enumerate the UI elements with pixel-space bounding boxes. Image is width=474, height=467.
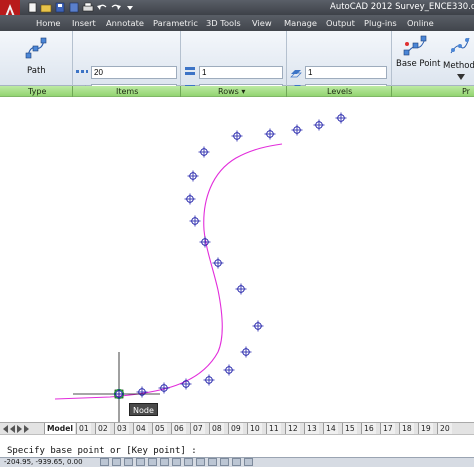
quick-access-toolbar xyxy=(26,2,136,13)
base-point-button[interactable]: Base Point xyxy=(396,59,441,69)
array-node-marker[interactable] xyxy=(184,193,196,205)
items-count-icon xyxy=(76,70,88,73)
snap-mode-button[interactable] xyxy=(100,458,109,466)
3d-object-snap-button[interactable] xyxy=(160,458,169,466)
tab-output[interactable]: Output xyxy=(326,18,355,28)
path-curve[interactable] xyxy=(54,143,283,400)
transparency-button[interactable] xyxy=(220,458,229,466)
panel-divider xyxy=(72,86,73,97)
grid-display-button[interactable] xyxy=(112,458,121,466)
window-title: AutoCAD 2012 Survey_ENCE330.dwg xyxy=(330,2,474,12)
array-node-marker[interactable] xyxy=(252,320,264,332)
levels-count-icon xyxy=(290,70,302,78)
panel-divider xyxy=(286,86,287,97)
array-nodes xyxy=(113,112,347,400)
array-node-marker[interactable] xyxy=(313,119,325,131)
print-icon[interactable] xyxy=(82,2,94,13)
tab-view[interactable]: View xyxy=(252,18,272,28)
array-node-marker[interactable] xyxy=(203,374,215,386)
path-button[interactable]: Path xyxy=(27,66,46,76)
array-node-marker[interactable] xyxy=(264,128,276,140)
array-node-marker[interactable] xyxy=(231,130,243,142)
layout-tab-bar: Model 01 02 03 04 05 06 07 08 09 10 11 12 13 14 15 16 17 1… xyxy=(0,422,474,435)
cursor-coordinates: -204.95, -939.65, 0.00 xyxy=(4,458,83,466)
quick-properties-button[interactable] xyxy=(232,458,241,466)
new-file-icon[interactable] xyxy=(26,2,38,13)
items-count-input[interactable] xyxy=(91,66,177,79)
rows-count-input[interactable] xyxy=(199,66,283,79)
array-node-marker[interactable] xyxy=(223,364,235,376)
open-folder-icon[interactable] xyxy=(40,2,52,13)
ribbon-divider xyxy=(286,31,287,86)
tab-parametric[interactable]: Parametric xyxy=(153,18,198,28)
tab-3d-tools[interactable]: 3D Tools xyxy=(206,18,241,28)
array-node-marker[interactable] xyxy=(199,236,211,248)
workspace-dropdown-icon[interactable] xyxy=(124,2,136,13)
ribbon-panel: Path Base Point Method xyxy=(0,31,474,114)
path-array-icon[interactable] xyxy=(24,36,48,60)
ribbon-tab-bar: Home Insert Annotate Parametric 3D Tools… xyxy=(0,15,474,31)
tab-insert[interactable]: Insert xyxy=(72,18,96,28)
base-point-icon[interactable] xyxy=(403,35,427,57)
polar-tracking-button[interactable] xyxy=(136,458,145,466)
save-as-icon[interactable] xyxy=(68,2,80,13)
panel-properties-label: Pr xyxy=(462,87,470,96)
ribbon-panel-labels: Type Items Rows ▾ Levels Pr xyxy=(0,86,474,97)
panel-divider xyxy=(391,86,392,97)
array-node-marker[interactable] xyxy=(212,257,224,269)
tab-manage[interactable]: Manage xyxy=(284,18,317,28)
save-icon[interactable] xyxy=(54,2,66,13)
layout-nav-arrows-icon[interactable] xyxy=(2,425,32,433)
object-snap-button[interactable] xyxy=(148,458,157,466)
method-button[interactable]: Method xyxy=(443,61,474,71)
array-node-marker[interactable] xyxy=(235,283,247,295)
method-icon[interactable] xyxy=(449,35,471,57)
object-snap-tracking-button[interactable] xyxy=(172,458,181,466)
panel-type-label: Type xyxy=(28,87,47,96)
panel-divider xyxy=(180,86,181,97)
method-dropdown-icon[interactable] xyxy=(457,74,465,80)
node-snap-tooltip: Node xyxy=(129,403,158,416)
ribbon-divider xyxy=(72,31,73,86)
tab-home[interactable]: Home xyxy=(36,18,61,28)
array-node-marker[interactable] xyxy=(335,112,347,124)
array-node-marker[interactable] xyxy=(180,378,192,390)
ribbon-divider xyxy=(180,31,181,86)
array-node-marker[interactable] xyxy=(158,382,170,394)
undo-icon[interactable] xyxy=(96,2,108,13)
lineweight-button[interactable] xyxy=(208,458,217,466)
array-node-marker[interactable] xyxy=(198,146,210,158)
array-node-marker[interactable] xyxy=(291,124,303,136)
panel-items-label: Items xyxy=(116,87,139,96)
array-node-marker[interactable] xyxy=(189,215,201,227)
tab-online[interactable]: Online xyxy=(407,18,434,28)
array-node-marker[interactable] xyxy=(187,170,199,182)
panel-rows-label[interactable]: Rows ▾ xyxy=(218,86,245,97)
drawing-canvas[interactable] xyxy=(0,97,474,422)
ortho-mode-button[interactable] xyxy=(124,458,133,466)
dynamic-input-button[interactable] xyxy=(196,458,205,466)
levels-count-input[interactable] xyxy=(305,66,387,79)
tab-annotate[interactable]: Annotate xyxy=(106,18,144,28)
tab-plug-ins[interactable]: Plug-ins xyxy=(364,18,397,28)
rows-count-icon xyxy=(185,67,195,75)
array-node-marker[interactable] xyxy=(136,386,148,398)
ucs-button[interactable] xyxy=(184,458,193,466)
redo-icon[interactable] xyxy=(110,2,122,13)
selection-cycling-button[interactable] xyxy=(244,458,253,466)
title-bar: AutoCAD 2012 Survey_ENCE330.dwg xyxy=(0,0,474,24)
panel-levels-label: Levels xyxy=(327,87,353,96)
array-node-marker[interactable] xyxy=(240,346,252,358)
command-prompt: Specify base point or [Key point] : xyxy=(7,446,197,456)
ribbon-divider xyxy=(391,31,392,86)
